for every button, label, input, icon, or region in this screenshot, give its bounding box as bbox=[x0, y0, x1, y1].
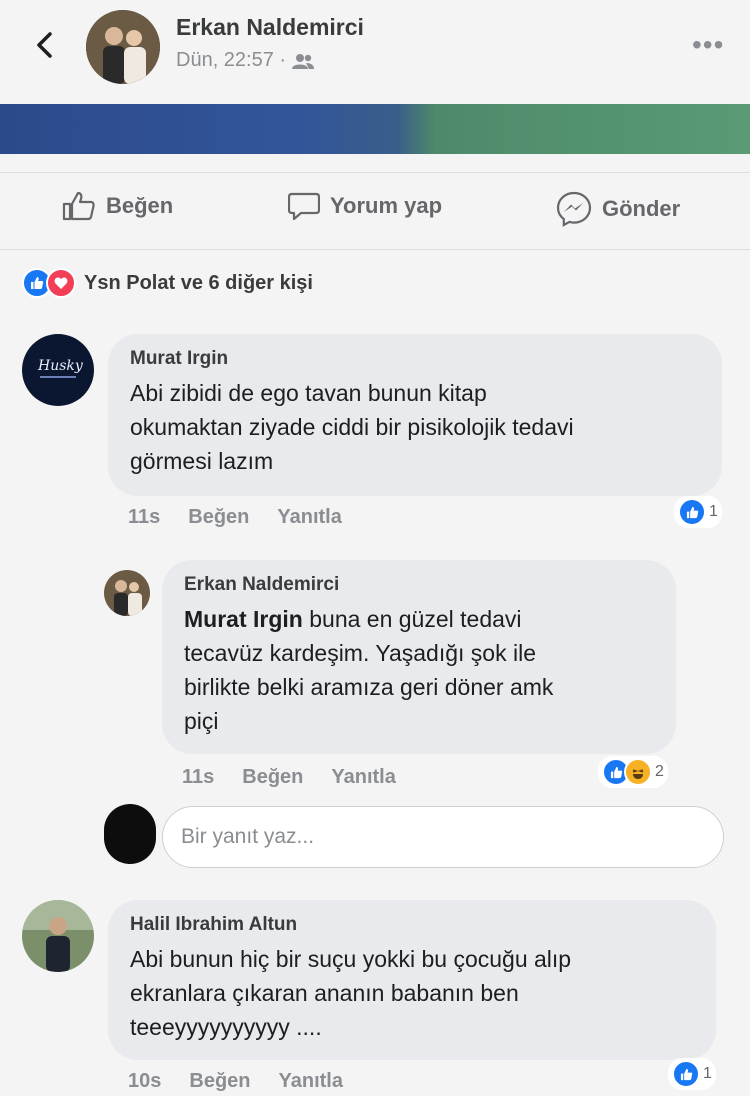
reaction-count: 1 bbox=[703, 1065, 712, 1082]
post-action-bar: Beğen Yorum yap Gönder bbox=[0, 172, 750, 250]
more-options-icon[interactable]: ••• bbox=[692, 31, 724, 59]
reactions-summary-text: Ysn Polat ve 6 diğer kişi bbox=[84, 271, 313, 294]
thumbs-up-icon bbox=[62, 191, 95, 221]
friends-icon bbox=[292, 53, 315, 69]
reactions-summary[interactable]: Ysn Polat ve 6 diğer kişi bbox=[22, 268, 313, 298]
comment-like-button[interactable]: Beğen bbox=[189, 1070, 250, 1093]
comment-text: Abi bunun hiç bir suçu yokki bu çocuğu a… bbox=[130, 942, 694, 1044]
comment-bubble[interactable]: Murat Irgin Abi zibidi de ego tavan bunu… bbox=[108, 334, 722, 496]
comment-text-line: okumaktan ziyade ciddi bir pisikolojik t… bbox=[130, 414, 574, 440]
reply-text-line: Murat Irgin buna en güzel tedavi bbox=[184, 602, 654, 636]
commenter-avatar[interactable] bbox=[22, 900, 94, 972]
reply-input-placeholder: Bir yanıt yaz... bbox=[181, 825, 315, 848]
comment-like-button[interactable]: Beğen bbox=[188, 506, 249, 529]
mention-link[interactable]: Murat Irgin bbox=[184, 606, 303, 632]
comment-button[interactable]: Yorum yap bbox=[288, 191, 442, 221]
comment-author[interactable]: Murat Irgin bbox=[130, 348, 700, 370]
send-button-label: Gönder bbox=[602, 196, 681, 221]
current-user-avatar bbox=[104, 804, 156, 864]
comment-button-label: Yorum yap bbox=[330, 193, 443, 218]
reply-reply-button[interactable]: Yanıtla bbox=[331, 766, 395, 789]
like-reaction-icon bbox=[672, 1060, 700, 1088]
comment-text-line: Abi zibidi de ego tavan bunun kitap bbox=[130, 380, 487, 406]
love-reaction-icon bbox=[46, 268, 76, 298]
comment-text: Abi zibidi de ego tavan bunun kitap okum… bbox=[130, 376, 700, 478]
reaction-count: 1 bbox=[709, 503, 718, 520]
comment-author[interactable]: Halil Ibrahim Altun bbox=[130, 914, 694, 936]
comment-time[interactable]: 10s bbox=[128, 1070, 161, 1093]
reply-text-line: tecavüz kardeşim. Yaşadığı şok ile bbox=[184, 640, 536, 666]
post-author-name[interactable]: Erkan Naldemirci bbox=[176, 14, 364, 41]
comment-reply-button[interactable]: Yanıtla bbox=[279, 1070, 343, 1093]
haha-reaction-icon bbox=[624, 758, 652, 786]
reply-input[interactable]: Bir yanıt yaz... bbox=[162, 806, 724, 868]
reply-author[interactable]: Erkan Naldemirci bbox=[184, 574, 654, 596]
reaction-count: 2 bbox=[655, 763, 664, 780]
reply-time[interactable]: 11s bbox=[182, 766, 214, 789]
reply-text-fragment: buna en güzel tedavi bbox=[302, 606, 522, 632]
comment-reaction-count[interactable]: 1 bbox=[674, 496, 722, 528]
post-meta: Dün, 22:57 · bbox=[176, 49, 315, 72]
reply-text-line: piçi bbox=[184, 708, 219, 734]
comment-meta: 10s Beğen Yanıtla bbox=[128, 1070, 343, 1093]
comment-reply-button[interactable]: Yanıtla bbox=[277, 506, 341, 529]
reply-avatar[interactable] bbox=[104, 570, 150, 616]
comment-text-line: görmesi lazım bbox=[130, 448, 274, 474]
comment-meta: 11s Beğen Yanıtla bbox=[128, 506, 342, 529]
reply-meta: 11s Beğen Yanıtla bbox=[182, 766, 396, 789]
like-reaction-icon bbox=[678, 498, 706, 526]
messenger-icon bbox=[556, 191, 592, 227]
svg-text:Husky: Husky bbox=[37, 358, 84, 374]
author-avatar[interactable] bbox=[86, 10, 160, 84]
chevron-left-icon bbox=[37, 32, 52, 58]
comment-icon bbox=[288, 192, 320, 221]
like-button-label: Beğen bbox=[106, 193, 174, 218]
comment-reaction-count[interactable]: 1 bbox=[668, 1058, 716, 1090]
reply-text: Murat Irgin buna en güzel tedavi tecavüz… bbox=[184, 602, 654, 738]
send-button[interactable]: Gönder bbox=[556, 191, 680, 227]
back-button[interactable] bbox=[30, 30, 60, 60]
post-image[interactable] bbox=[0, 104, 750, 154]
reply-bubble[interactable]: Erkan Naldemirci Murat Irgin buna en güz… bbox=[162, 560, 676, 754]
post-timestamp[interactable]: Dün, 22:57 · bbox=[176, 49, 286, 72]
like-button[interactable]: Beğen bbox=[62, 191, 173, 221]
comment-text-line: ekranlara çıkaran ananın babanın ben bbox=[130, 980, 519, 1006]
comment-text-line: teeeyyyyyyyyyy .... bbox=[130, 1014, 322, 1040]
commenter-avatar[interactable]: Husky bbox=[22, 334, 94, 406]
reply-reaction-count[interactable]: 2 bbox=[598, 756, 668, 788]
reply-text-line: birlikte belki aramıza geri döner amk bbox=[184, 674, 554, 700]
comment-time[interactable]: 11s bbox=[128, 506, 160, 529]
comment-text-line: Abi bunun hiç bir suçu yokki bu çocuğu a… bbox=[130, 946, 572, 972]
comment-bubble[interactable]: Halil Ibrahim Altun Abi bunun hiç bir su… bbox=[108, 900, 716, 1060]
reply-like-button[interactable]: Beğen bbox=[242, 766, 303, 789]
